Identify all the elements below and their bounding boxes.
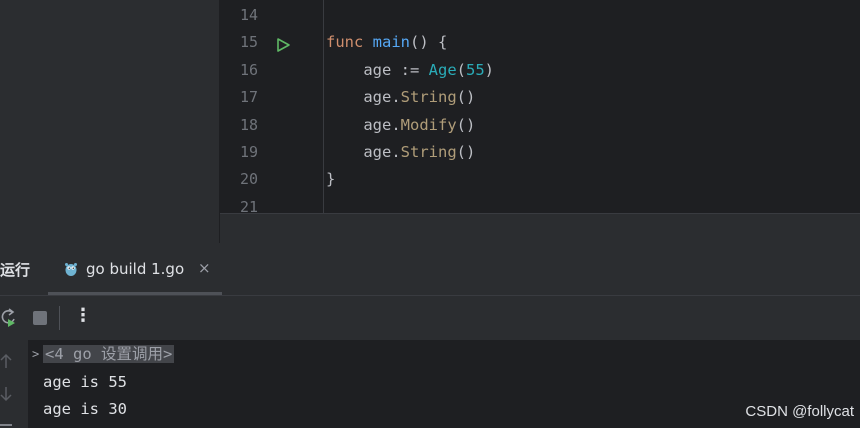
code-token: () xyxy=(456,115,476,134)
line-number: 14 xyxy=(239,6,258,24)
code-token: () { xyxy=(410,33,448,52)
ide-window: 14 15 func main() {16 age := Age(55) 17 age… xyxy=(0,0,860,428)
code-line[interactable]: 20} xyxy=(220,166,860,193)
rerun-icon[interactable] xyxy=(0,308,20,328)
code-text: func main() { xyxy=(326,29,447,56)
stop-icon[interactable] xyxy=(31,308,51,328)
fold-expand-icon[interactable]: > xyxy=(32,347,39,361)
code-token: Modify xyxy=(400,115,457,134)
run-tool-window-header: 运行 go build 1.go × xyxy=(0,243,860,296)
line-number: 16 xyxy=(239,60,258,79)
close-icon[interactable]: × xyxy=(198,259,211,277)
project-panel xyxy=(0,0,220,243)
code-token: () xyxy=(456,88,476,107)
run-toolbar: ⋮ xyxy=(0,296,860,340)
code-token: age. xyxy=(326,88,401,107)
line-number: 18 xyxy=(239,115,258,134)
code-line[interactable]: 19 age.String() xyxy=(220,139,860,166)
code-token: main xyxy=(372,33,410,52)
line-number: 15 xyxy=(239,33,258,52)
editor-status-area xyxy=(220,213,860,244)
code-token: Age xyxy=(428,60,457,79)
code-token: 55 xyxy=(466,60,485,79)
line-number: 17 xyxy=(239,88,258,107)
code-token: String xyxy=(400,143,457,161)
code-token: func xyxy=(326,33,364,52)
code-line[interactable]: 15 func main() { xyxy=(220,29,860,56)
gopher-icon xyxy=(63,261,79,277)
code-token: ( xyxy=(456,60,466,79)
code-token: ) xyxy=(484,60,495,79)
code-token: age. xyxy=(326,115,401,134)
tab-label: go build 1.go xyxy=(86,260,185,278)
run-gutter-icon[interactable] xyxy=(275,35,291,53)
code-text: age.Modify() xyxy=(326,112,475,139)
code-line[interactable]: 17 age.String() xyxy=(220,84,860,111)
watermark: CSDN @follycat xyxy=(745,403,854,420)
code-text: age.String() xyxy=(326,84,475,111)
run-console[interactable]: > <4 go 设置调用> age is 55 age is 30 xyxy=(0,340,860,428)
console-output-line: age is 30 xyxy=(43,400,127,418)
code-line[interactable]: 21 xyxy=(220,194,860,213)
code-token: String xyxy=(400,88,457,107)
active-tab-indicator xyxy=(48,292,222,295)
toolbar-separator xyxy=(59,306,60,330)
console-folded-line[interactable]: <4 go 设置调用> xyxy=(43,343,175,365)
code-editor[interactable]: 14 15 func main() {16 age := Age(55) 17 age… xyxy=(220,0,860,213)
console-gutter xyxy=(0,340,28,428)
soft-wrap-icon[interactable] xyxy=(0,418,14,428)
folded-command[interactable]: <4 go 设置调用> xyxy=(43,345,175,363)
code-text: age := Age(55) xyxy=(326,57,494,84)
line-number: 20 xyxy=(239,170,258,189)
run-panel-title: 运行 xyxy=(0,261,31,279)
scroll-up-icon[interactable] xyxy=(0,352,14,370)
code-token: () xyxy=(456,143,476,161)
code-text: age.String() xyxy=(326,139,475,166)
code-text: } xyxy=(326,166,335,193)
code-line[interactable]: 18 age.Modify() xyxy=(220,112,860,139)
code-line[interactable]: 14 xyxy=(220,2,860,29)
line-number: 21 xyxy=(239,197,258,213)
console-output-line: age is 55 xyxy=(43,373,127,391)
code-token: age. xyxy=(326,143,401,161)
scroll-down-icon[interactable] xyxy=(0,385,14,403)
code-line[interactable]: 16 age := Age(55) xyxy=(220,57,860,84)
line-number: 19 xyxy=(239,143,258,161)
more-options-icon[interactable]: ⋮ xyxy=(74,305,94,326)
code-token: } xyxy=(326,170,336,189)
tab-go-build[interactable]: go build 1.go × xyxy=(48,243,222,295)
code-token: age := xyxy=(326,60,429,79)
